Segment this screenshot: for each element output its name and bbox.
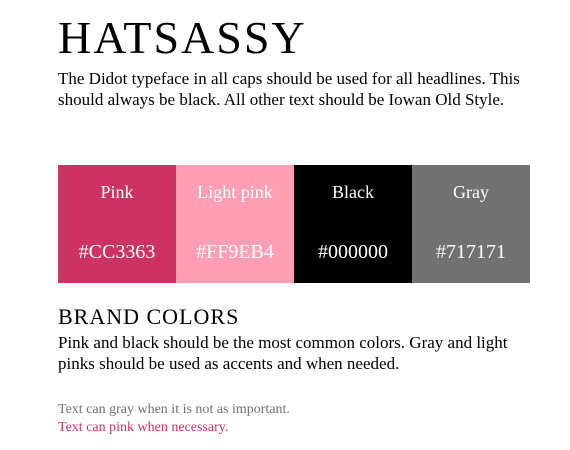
headline: HATSASSY: [58, 12, 307, 63]
swatch-hex: #000000: [318, 241, 388, 263]
swatch-pink: Pink #CC3363: [58, 165, 176, 283]
swatch-name: Gray: [453, 182, 489, 202]
brand-colors-paragraph: Pink and black should be the most common…: [58, 333, 508, 373]
swatch-hex: #FF9EB4: [196, 241, 274, 263]
swatch-name: Pink: [100, 182, 134, 202]
section-title: BRAND COLORS: [58, 304, 240, 329]
intro-paragraph: The Didot typeface in all caps should be…: [58, 69, 520, 109]
swatch-hex: #CC3363: [78, 241, 156, 263]
gray-text-example: Text can gray when it is not as importan…: [58, 402, 290, 417]
swatch-name: Black: [332, 182, 374, 202]
swatch-light-pink: Light pink #FF9EB4: [176, 165, 294, 283]
swatch-name: Light pink: [197, 182, 273, 202]
pink-text-example: Text can pink when necessary.: [58, 420, 229, 435]
color-swatches: Pink #CC3363 Light pink #FF9EB4 Black #0…: [58, 165, 530, 283]
swatch-hex: #717171: [436, 241, 506, 263]
swatch-black: Black #000000: [294, 165, 412, 283]
swatch-gray: Gray #717171: [412, 165, 530, 283]
